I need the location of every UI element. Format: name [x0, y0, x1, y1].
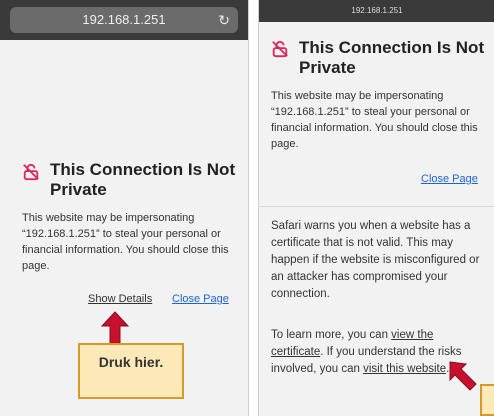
section-divider — [259, 206, 494, 207]
broken-lock-icon — [23, 163, 39, 181]
learn-more-prefix: To learn more, you can — [271, 329, 392, 341]
visit-website-link[interactable]: visit this website — [363, 363, 446, 375]
show-details-link[interactable]: Show Details — [88, 293, 152, 305]
right-address-bar[interactable]: 192.168.1.251 — [259, 0, 494, 22]
right-warning-text: This website may be impersonating “192.1… — [271, 90, 478, 150]
right-url-text: 192.168.1.251 — [351, 6, 403, 15]
right-close-page-link[interactable]: Close Page — [421, 173, 478, 185]
left-address-bar[interactable]: 192.168.1.251 ↻ — [10, 7, 238, 33]
right-callout-partial — [480, 384, 494, 416]
right-phone-screen: 192.168.1.251 This Connection Is Not Pri… — [258, 0, 494, 416]
diagonal-arrow-icon — [449, 361, 477, 391]
instruction-callout: Druk hier. — [78, 343, 184, 399]
up-arrow-icon — [100, 311, 130, 345]
broken-lock-icon — [272, 40, 288, 58]
left-close-page-link[interactable]: Close Page — [172, 293, 229, 305]
left-warning-text: This website may be impersonating “192.1… — [22, 212, 229, 272]
right-page-title: This Connection Is Not Private — [299, 38, 485, 77]
left-address-bar-area: 192.168.1.251 ↻ — [0, 0, 248, 40]
callout-text: Druk hier. — [98, 354, 164, 370]
left-page-title: This Connection Is Not Private — [50, 160, 236, 199]
left-phone-screen: 192.168.1.251 ↻ This Connection Is Not P… — [0, 0, 249, 416]
left-url-text: 192.168.1.251 — [82, 12, 166, 27]
reload-icon[interactable]: ↻ — [218, 7, 230, 33]
certificate-explanation-text: Safari warns you when a website has a ce… — [271, 220, 480, 300]
